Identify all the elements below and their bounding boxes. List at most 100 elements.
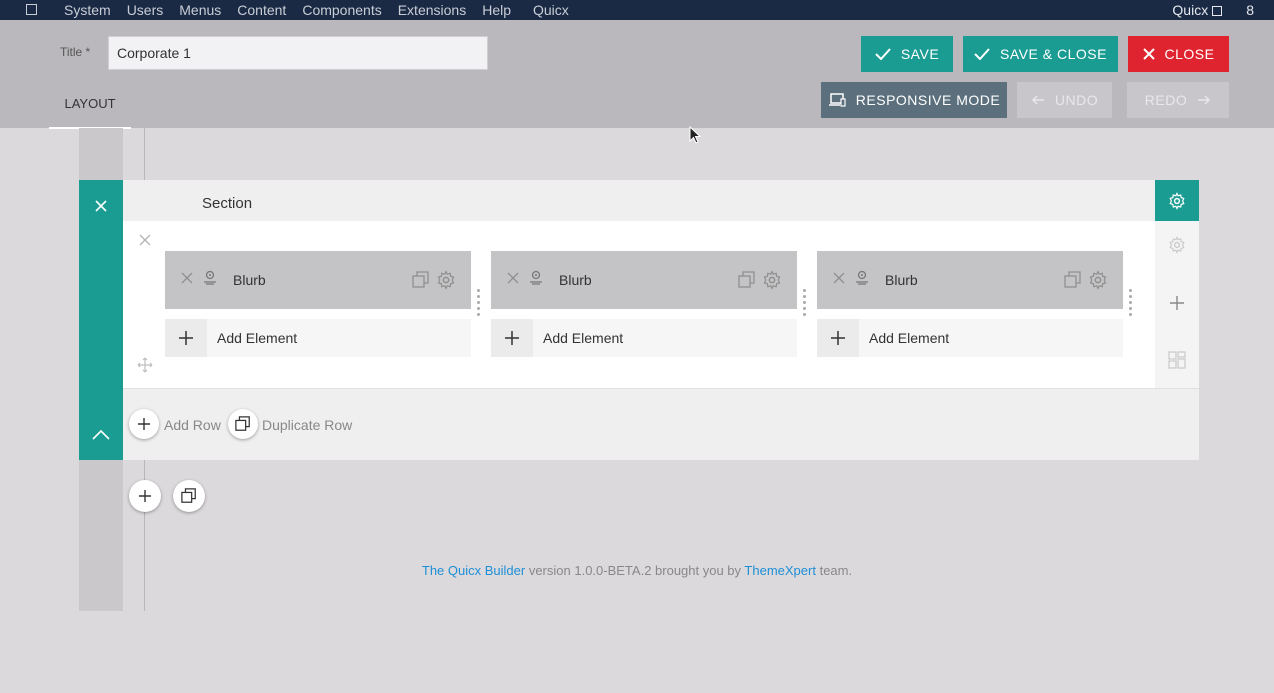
responsive-mode-button[interactable]: RESPONSIVE MODE [821,82,1007,118]
blurb-icon [204,270,216,285]
tab-layout[interactable]: LAYOUT [49,86,131,129]
gear-icon [1169,191,1185,210]
section-settings-button[interactable] [1155,180,1199,221]
duplicate-icon [235,416,250,431]
close-icon [1142,48,1155,60]
add-element-label: Add Element [217,330,298,346]
section-header: Section [123,180,1155,221]
blurb-icon [856,270,868,285]
column-resize-handle[interactable] [477,289,481,319]
save-label: SAVE [900,46,940,62]
element-label: Blurb [885,272,918,288]
add-section-button[interactable] [129,480,161,512]
menu-item-system[interactable]: System [64,1,111,19]
section-sidebar [79,180,123,460]
mouse-cursor-icon [689,126,701,144]
section-footer: Add Row Duplicate Row [123,388,1199,460]
redo-label: REDO [1144,92,1188,108]
admin-topbar: System Users Menus Content Components Ex… [0,0,1274,20]
credit-text: version 1.0.0-BETA.2 brought you by [525,563,745,578]
save-button[interactable]: SAVE [861,36,953,72]
save-and-close-button[interactable]: SAVE & CLOSE [963,36,1118,72]
arrow-right-icon [1198,95,1211,105]
duplicate-icon[interactable] [412,271,430,289]
duplicate-section-button[interactable] [173,480,205,512]
gear-icon[interactable] [762,270,782,290]
add-element-button[interactable]: Add Element [165,319,471,357]
remove-element-icon[interactable] [181,272,193,284]
undo-label: UNDO [1054,92,1099,108]
close-label: CLOSE [1164,46,1215,62]
devices-icon [828,93,846,107]
quicx-builder-link[interactable]: The Quicx Builder [422,563,525,578]
topbar-right: Quicx 8 [1172,1,1254,19]
check-icon [974,48,990,60]
element-label: Blurb [233,272,266,288]
add-element-button[interactable]: Add Element [817,319,1123,357]
blurb-icon [530,270,542,285]
column-2: Blurb Add Element [491,251,797,357]
save-close-label: SAVE & CLOSE [1000,46,1107,62]
plus-icon [138,418,150,430]
menu-item-content[interactable]: Content [237,1,286,19]
column-1: Blurb Add Element [165,251,471,357]
add-element-button[interactable]: Add Element [491,319,797,357]
column-resize-handle[interactable] [1129,289,1133,319]
credit-end: team. [815,563,853,578]
remove-row-icon[interactable] [139,234,151,246]
site-link[interactable]: Quicx [1172,1,1223,19]
column-resize-handle[interactable] [803,289,807,319]
duplicate-icon[interactable] [738,271,756,289]
gear-icon[interactable] [1088,270,1108,290]
site-name: Quicx [1172,2,1209,18]
column-3: Blurb Add Element [817,251,1123,357]
credit-line: The Quicx Builder version 1.0.0-BETA.2 b… [0,563,1274,578]
row-toolbar [1155,221,1199,388]
menu-item-extensions[interactable]: Extensions [398,1,466,19]
admin-menu: System Users Menus Content Components Ex… [64,1,585,19]
add-element-label: Add Element [543,330,624,346]
plus-icon [491,319,533,357]
section-title: Section [202,195,253,212]
remove-element-icon[interactable] [507,272,519,284]
row-settings-gear-icon[interactable] [1168,236,1186,254]
add-column-plus-icon[interactable] [1170,296,1184,310]
duplicate-icon[interactable] [1064,271,1082,289]
close-button[interactable]: CLOSE [1128,36,1229,72]
notification-count[interactable]: 8 [1246,1,1254,19]
add-row-button[interactable] [129,409,159,439]
duplicate-row-label[interactable]: Duplicate Row [262,417,352,433]
title-label: Title * [60,45,91,59]
menu-item-users[interactable]: Users [127,1,164,19]
check-icon [875,48,891,60]
menu-item-help[interactable]: Help [482,1,511,19]
remove-element-icon[interactable] [833,272,845,284]
external-link-icon [1212,6,1223,16]
gear-icon[interactable] [436,270,456,290]
section-block: Section Blurb Add Element Blurb Add Elem… [79,180,1199,460]
column-layout-icon[interactable] [1168,351,1186,369]
arrow-left-icon [1031,95,1044,105]
collapse-section-icon[interactable] [92,430,110,440]
responsive-label: RESPONSIVE MODE [855,92,1001,108]
remove-section-icon[interactable] [94,199,108,213]
redo-button[interactable]: REDO [1127,82,1229,118]
element-label: Blurb [559,272,592,288]
menu-toggle-icon[interactable] [26,4,37,15]
menu-item-menus[interactable]: Menus [179,1,221,19]
duplicate-row-button[interactable] [228,409,258,439]
move-row-icon[interactable] [137,357,153,373]
blurb-element[interactable]: Blurb [817,251,1123,309]
blurb-element[interactable]: Blurb [491,251,797,309]
plus-icon [817,319,859,357]
themexpert-link[interactable]: ThemeXpert [744,563,816,578]
row-body: Blurb Add Element Blurb Add Element Blur… [123,221,1199,388]
blurb-element[interactable]: Blurb [165,251,471,309]
add-element-label: Add Element [869,330,950,346]
title-input[interactable] [108,36,488,70]
add-row-label[interactable]: Add Row [164,417,221,433]
plus-icon [139,490,151,502]
menu-item-components[interactable]: Components [302,1,381,19]
menu-item-quicx[interactable]: Quicx [533,1,569,19]
undo-button[interactable]: UNDO [1017,82,1112,118]
